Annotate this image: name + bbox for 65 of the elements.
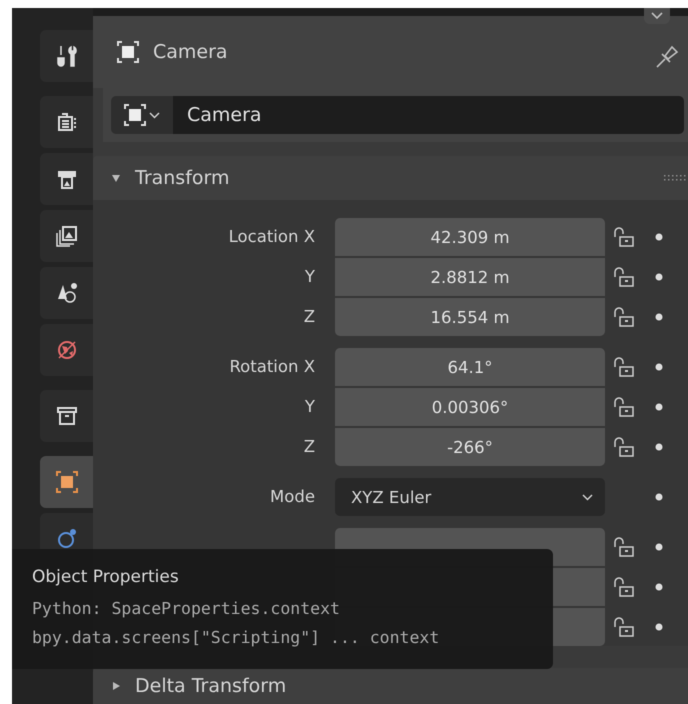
- keyframe-dot-icon[interactable]: [655, 233, 663, 241]
- chevron-down-icon: [582, 494, 593, 500]
- lock-open-icon[interactable]: [613, 356, 635, 378]
- panel-title: Transform: [135, 167, 230, 189]
- properties-tab[interactable]: [40, 210, 93, 262]
- object-title: Camera: [153, 41, 228, 63]
- properties-tab[interactable]: [40, 153, 93, 205]
- property-label: Location X: [228, 227, 316, 247]
- image-stack-icon: [56, 225, 78, 247]
- printer-icon: [56, 168, 78, 190]
- properties-tab[interactable]: [40, 96, 93, 148]
- object-type-dropdown[interactable]: [111, 96, 173, 134]
- properties-tab[interactable]: [40, 30, 93, 82]
- camera-back-icon: [56, 111, 78, 133]
- grip-icon[interactable]: [664, 174, 686, 182]
- property-label: Rotation X: [228, 357, 316, 377]
- object-square-icon: [117, 41, 139, 63]
- object-square-icon: [124, 104, 146, 126]
- keyframe-dot-icon[interactable]: [655, 493, 663, 501]
- keyframe-dot-icon[interactable]: [655, 443, 663, 451]
- property-label: Z: [302, 307, 316, 327]
- property-label: Mode: [269, 487, 316, 507]
- panel-header[interactable]: Transform: [93, 156, 688, 200]
- chevron-down-icon: [149, 112, 160, 118]
- tooltip-python-text: bpy.data.screens["Scripting"] ... context: [32, 628, 440, 647]
- chevron-down-icon: [651, 12, 663, 20]
- lock-open-icon[interactable]: [613, 306, 635, 328]
- lock-open-icon[interactable]: [613, 226, 635, 248]
- keyframe-dot-icon[interactable]: [655, 313, 663, 321]
- properties-tab[interactable]: [40, 390, 93, 442]
- tool-icon: [56, 45, 78, 67]
- object-square-icon: [56, 471, 78, 493]
- number-field[interactable]: -266°: [335, 428, 605, 466]
- properties-tab[interactable]: [40, 267, 93, 319]
- box-icon: [56, 405, 78, 427]
- property-label: Y: [304, 267, 316, 287]
- lock-open-icon[interactable]: [613, 396, 635, 418]
- lock-open-icon[interactable]: [613, 616, 635, 638]
- number-field[interactable]: 0.00306°: [335, 388, 605, 426]
- panel-header[interactable]: Delta Transform: [93, 668, 688, 704]
- panel-title: Delta Transform: [135, 675, 286, 697]
- property-label: Y: [304, 397, 316, 417]
- properties-tab[interactable]: [40, 324, 93, 376]
- keyframe-dot-icon[interactable]: [655, 273, 663, 281]
- number-field[interactable]: 16.554 m: [335, 298, 605, 336]
- keyframe-dot-icon[interactable]: [655, 543, 663, 551]
- keyframe-dot-icon[interactable]: [655, 623, 663, 631]
- object-name-field[interactable]: Camera: [173, 96, 684, 134]
- lock-open-icon[interactable]: [613, 266, 635, 288]
- collapse-tab[interactable]: [644, 8, 670, 24]
- tooltip-python-text: Python: SpaceProperties.context: [32, 599, 340, 618]
- number-field[interactable]: 64.1°: [335, 348, 605, 386]
- tooltip-title: Object Properties: [32, 567, 179, 587]
- number-field[interactable]: 42.309 m: [335, 218, 605, 256]
- number-field[interactable]: 2.8812 m: [335, 258, 605, 296]
- keyframe-dot-icon[interactable]: [655, 583, 663, 591]
- globe-icon: [56, 339, 78, 361]
- lock-open-icon[interactable]: [613, 536, 635, 558]
- keyframe-dot-icon[interactable]: [655, 403, 663, 411]
- lock-open-icon[interactable]: [613, 576, 635, 598]
- cone-sphere-icon: [56, 282, 78, 304]
- lock-open-icon[interactable]: [613, 436, 635, 458]
- keyframe-dot-icon[interactable]: [655, 363, 663, 371]
- property-label: Z: [302, 437, 316, 457]
- mode-dropdown[interactable]: XYZ Euler: [335, 478, 605, 516]
